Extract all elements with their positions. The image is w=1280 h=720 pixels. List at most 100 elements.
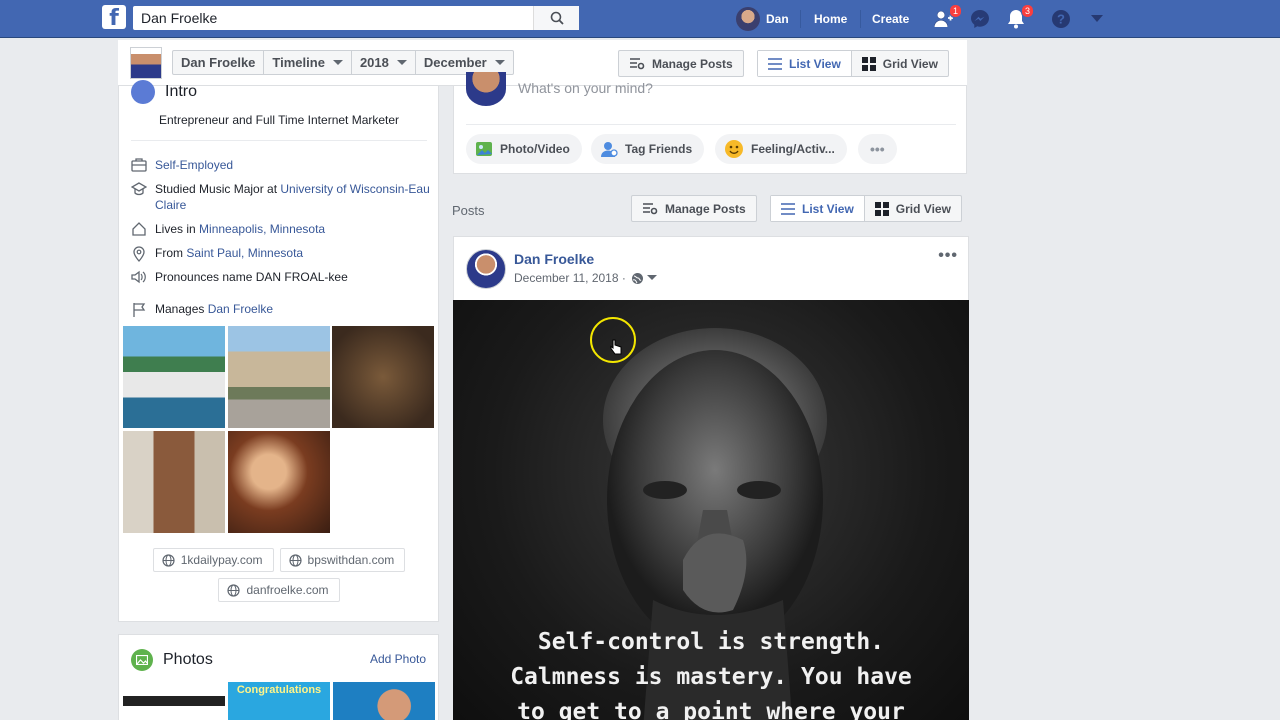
photo-icon [476, 142, 492, 156]
photos-card: Photos Add Photo Congratulations [118, 634, 439, 720]
manages-prefix: Manages [155, 302, 208, 316]
photo-video-button[interactable]: Photo/Video [466, 134, 582, 164]
photo-thumbnail[interactable] [333, 682, 435, 720]
crumb-label: 2018 [359, 55, 389, 70]
education-prefix: Studied Music Major at [155, 182, 281, 196]
globe-icon [162, 553, 175, 567]
home-link[interactable]: Home [814, 0, 847, 38]
featured-photo[interactable] [332, 326, 434, 428]
post-image[interactable]: Self-control is strength. Calmness is ma… [453, 300, 969, 720]
featured-photo[interactable] [228, 431, 330, 533]
more-icon: ••• [870, 141, 885, 157]
tag-friends-icon [601, 142, 618, 157]
messenger-icon [971, 10, 989, 28]
photos-title[interactable]: Photos [163, 651, 213, 669]
manage-posts-button[interactable]: Manage Posts [618, 50, 744, 77]
crumb-month[interactable]: December [416, 51, 513, 74]
bio-text: Entrepreneur and Full Time Internet Mark… [158, 113, 400, 127]
info-work: Self-Employed [131, 157, 431, 173]
divider [860, 10, 861, 28]
manage-icon [630, 57, 645, 69]
website-link[interactable]: 1kdailypay.com [152, 548, 274, 572]
work-link[interactable]: Self-Employed [155, 157, 233, 173]
timeline-post: Dan Froelke December 11, 2018 · ••• Self… [453, 236, 969, 720]
website-link[interactable]: bpswithdan.com [279, 548, 406, 572]
search-button[interactable] [533, 6, 579, 30]
crumb-year[interactable]: 2018 [352, 51, 416, 74]
friend-requests-button[interactable]: 1 [932, 4, 962, 31]
home-label: Home [814, 12, 848, 26]
photo-thumbnail[interactable] [123, 682, 225, 720]
globe-icon [288, 553, 302, 567]
search-box [133, 6, 579, 30]
crumb-label: December [423, 55, 487, 70]
website-link[interactable]: danfroelke.com [218, 578, 340, 602]
education-text: Studied Music Major at University of Wis… [155, 181, 431, 213]
from-link[interactable]: Saint Paul, Minnesota [186, 246, 303, 260]
grid-view-button[interactable]: Grid View [865, 196, 961, 221]
profile-name: Dan [766, 12, 789, 26]
crumb-label: Timeline [272, 55, 325, 70]
lives-link[interactable]: Minneapolis, Minnesota [199, 222, 325, 236]
notifications-badge: 3 [1020, 4, 1034, 18]
globe-icon[interactable] [631, 272, 644, 285]
account-menu-button[interactable] [1085, 7, 1109, 31]
divider [466, 124, 956, 125]
post-author[interactable]: Dan Froelke [514, 251, 594, 267]
website-label: bpswithdan.com [307, 553, 395, 567]
photos-icon [131, 649, 153, 671]
list-view-label: List View [789, 56, 841, 71]
featured-photo[interactable] [123, 431, 225, 533]
info-manages: Manages Dan Froelke [131, 301, 431, 318]
divider [131, 140, 427, 141]
caret-down-icon [494, 60, 505, 65]
composer-input[interactable]: What's on your mind? [518, 80, 653, 96]
thumbnail-caption: Congratulations [236, 684, 322, 696]
feeling-activity-button[interactable]: Feeling/Activ... [715, 134, 847, 164]
website-label: 1kdailypay.com [180, 553, 263, 567]
photos-heading: Photos [131, 649, 213, 671]
notifications-button[interactable]: 3 [1004, 4, 1034, 31]
featured-photo[interactable] [123, 326, 225, 428]
grid-icon [861, 56, 876, 71]
website-links: 1kdailypay.com bpswithdan.com [119, 548, 439, 572]
messenger-button[interactable] [968, 7, 992, 31]
photo-thumbnail[interactable]: Congratulations [228, 682, 330, 720]
add-photo-link[interactable]: Add Photo [370, 652, 426, 666]
post-options-button[interactable]: ••• [938, 247, 958, 265]
search-icon [550, 11, 564, 25]
crumb-timeline[interactable]: Timeline [264, 51, 352, 74]
list-icon [781, 202, 795, 215]
manage-posts-button[interactable]: Manage Posts [631, 195, 757, 222]
more-options-button[interactable]: ••• [858, 134, 897, 164]
caret-down-icon[interactable] [646, 275, 657, 281]
flag-icon [133, 303, 146, 317]
grid-view-button[interactable]: Grid View [852, 51, 948, 76]
list-view-button[interactable]: List View [758, 51, 852, 76]
create-link[interactable]: Create [872, 0, 909, 38]
view-toggle: List View Grid View [757, 50, 949, 77]
intro-title: Intro [165, 83, 198, 100]
profile-thumbnail[interactable] [130, 47, 162, 79]
crumb-profile[interactable]: Dan Froelke [173, 51, 265, 74]
help-button[interactable]: ? [1049, 7, 1073, 31]
post-composer: What's on your mind? Photo/Video Tag Fri… [453, 72, 967, 174]
manage-icon [643, 202, 658, 214]
manages-link[interactable]: Dan Froelke [208, 302, 273, 316]
smiley-icon [725, 140, 743, 158]
author-avatar[interactable] [466, 249, 506, 289]
globe-icon [131, 80, 155, 104]
profile-link[interactable]: Dan [736, 0, 789, 38]
pronounce-text: Pronounces name DAN FROAL-kee [155, 270, 348, 284]
list-view-button[interactable]: List View [771, 196, 865, 221]
facebook-logo[interactable]: f [102, 5, 126, 29]
search-input[interactable] [133, 6, 533, 30]
post-date[interactable]: December 11, 2018 · [514, 271, 626, 285]
info-from: From Saint Paul, Minnesota [131, 245, 431, 262]
quote-line: to get to a point where your [517, 699, 905, 720]
featured-photo[interactable] [228, 326, 330, 428]
avatar [736, 7, 760, 31]
help-icon: ? [1052, 10, 1070, 28]
tag-friends-button[interactable]: Tag Friends [591, 134, 705, 164]
list-icon [768, 57, 782, 70]
